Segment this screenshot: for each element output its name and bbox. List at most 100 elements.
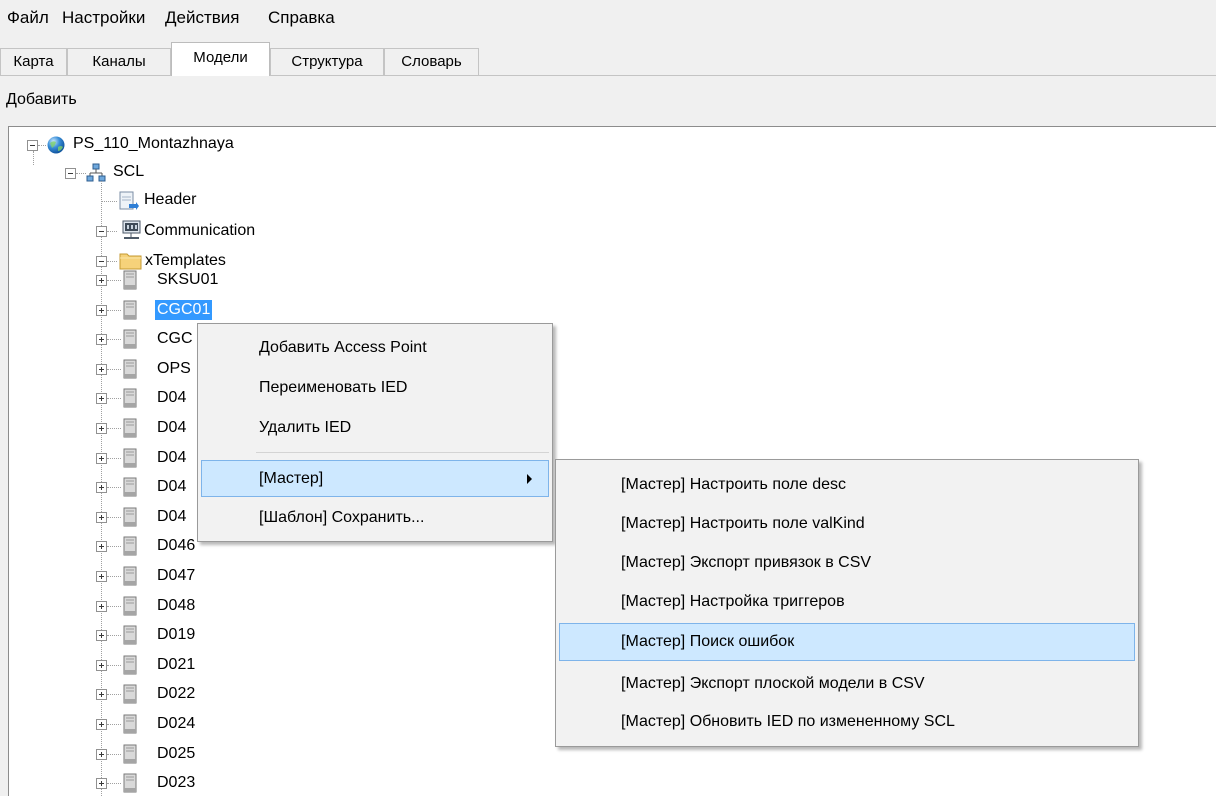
tree-node-label: D04 [157,478,187,495]
submenu-item-export-flat[interactable]: [Мастер] Экспорт плоской модели в CSV [559,667,1135,701]
expand-ied-icon[interactable] [96,719,107,730]
expand-communication-icon[interactable] [96,226,107,237]
toolbar: Добавить [0,76,1216,124]
menu-item-template-save[interactable]: [Шаблон] Сохранить... [201,501,549,535]
ied-device-icon [123,773,137,793]
tree-connector [107,280,121,281]
menu-item-label: [Мастер] Обновить IED по измененному SCL [621,713,955,730]
ied-device-icon [123,684,137,704]
expand-ied-icon[interactable] [96,541,107,552]
menu-bar: Файл Настройки Действия Справка [0,0,1216,36]
tree-connector [38,145,46,146]
add-button[interactable]: Добавить [6,89,77,111]
menu-separator [256,452,549,453]
tree-node-label: SKSU01 [157,271,219,288]
expand-xtemplates-icon[interactable] [96,256,107,267]
tree-connector [107,487,121,488]
tree-node-label: D022 [157,685,196,702]
tab-map[interactable]: Карта [0,48,67,75]
tree-node-label: xTemplates [145,252,226,269]
menu-item-label: [Мастер] Экспорт привязок в CSV [621,554,872,571]
tree-node-label: PS_110_Montazhnaya [73,135,234,152]
tab-structure[interactable]: Структура [270,48,384,75]
tree-connector [107,724,121,725]
expand-ied-icon[interactable] [96,601,107,612]
menu-help[interactable]: Справка [268,8,335,28]
tree-connector [107,665,121,666]
submenu-item-export-bindings[interactable]: [Мастер] Экспорт привязок в CSV [559,546,1135,580]
expand-ied-icon[interactable] [96,334,107,345]
tree-connector [107,369,121,370]
folder-icon [119,253,142,270]
communication-icon [122,220,141,239]
tree-connector [107,635,121,636]
expand-ied-icon[interactable] [96,749,107,760]
tree-node-label: D04 [157,419,187,436]
ied-device-icon [123,418,137,438]
menu-settings[interactable]: Настройки [62,8,145,28]
tree-node-label: CGC [157,330,193,347]
expand-ied-icon[interactable] [96,423,107,434]
tree-connector [107,339,121,340]
submenu-item-find-errors[interactable]: [Мастер] Поиск ошибок [559,623,1135,661]
tree-node-label: Header [144,191,197,208]
collapse-scl-icon[interactable] [65,168,76,179]
expand-ied-icon[interactable] [96,364,107,375]
menu-actions[interactable]: Действия [165,8,239,28]
menu-item-rename-ied[interactable]: Переименовать IED [201,371,549,405]
tree-node-label: CGC01 [155,300,213,320]
expand-ied-icon[interactable] [96,393,107,404]
tree-node-label: SCL [113,163,145,180]
submenu-item-valkind[interactable]: [Мастер] Настроить поле valKind [559,507,1135,541]
tab-channels[interactable]: Каналы [67,48,171,75]
expand-ied-icon[interactable] [96,660,107,671]
submenu-item-update-ied[interactable]: [Мастер] Обновить IED по измененному SCL [559,705,1135,739]
tree-node-label: D04 [157,449,187,466]
expand-ied-icon[interactable] [96,482,107,493]
tree-connector [33,151,34,165]
menu-file[interactable]: Файл [7,8,49,28]
menu-item-add-access-point[interactable]: Добавить Access Point [201,331,549,365]
ied-device-icon [123,448,137,468]
tree-connector [107,458,121,459]
ied-device-icon [123,625,137,645]
ied-device-icon [123,536,137,556]
menu-item-delete-ied[interactable]: Удалить IED [201,411,549,445]
collapse-root-icon[interactable] [27,140,38,151]
ied-device-icon [123,477,137,497]
tab-models[interactable]: Модели [171,42,270,76]
tree-node-label: D046 [157,537,196,554]
tree-node-label: D021 [157,656,196,673]
expand-ied-icon[interactable] [96,512,107,523]
ied-device-icon [123,566,137,586]
expand-ied-icon[interactable] [96,453,107,464]
ied-device-icon [123,714,137,734]
menu-item-wizard[interactable]: [Мастер] [201,460,549,497]
expand-ied-icon[interactable] [96,778,107,789]
expand-ied-icon[interactable] [96,689,107,700]
header-icon [119,191,139,210]
ied-device-icon [123,655,137,675]
menu-item-label: [Мастер] [259,470,324,487]
tree-node-label: D04 [157,508,187,525]
ied-device-icon [123,596,137,616]
expand-ied-icon[interactable] [96,275,107,286]
tree-connector [76,173,86,174]
expand-ied-icon[interactable] [96,571,107,582]
ied-device-icon [123,744,137,764]
tree-node-label: D025 [157,745,196,762]
tab-dictionary[interactable]: Словарь [384,48,479,75]
ied-device-icon [123,507,137,527]
expand-ied-icon[interactable] [96,630,107,641]
submenu-arrow-icon [527,474,532,484]
menu-item-label: [Мастер] Настройка триггеров [621,593,845,610]
tree-connector [107,231,117,232]
menu-item-label: Переименовать IED [259,379,408,396]
tree-connector [107,310,121,311]
expand-ied-icon[interactable] [96,305,107,316]
tree-connector [107,546,121,547]
submenu-item-triggers[interactable]: [Мастер] Настройка триггеров [559,585,1135,619]
context-menu: Добавить Access Point Переименовать IED … [197,323,553,542]
ied-device-icon [123,388,137,408]
submenu-item-desc[interactable]: [Мастер] Настроить поле desc [559,468,1135,502]
